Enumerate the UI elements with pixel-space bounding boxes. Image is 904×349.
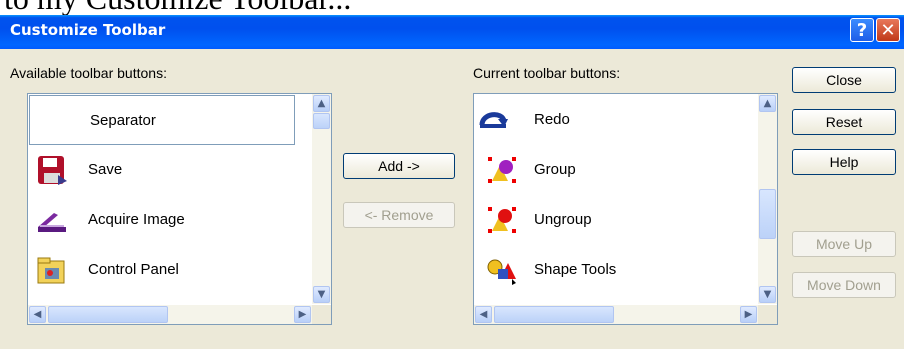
customize-toolbar-dialog: Customize Toolbar ? ✕ Available toolbar … bbox=[0, 15, 904, 349]
list-item-acquire-image[interactable]: Acquire Image bbox=[28, 195, 312, 245]
list-item-redo[interactable]: Redo bbox=[474, 95, 758, 145]
help-title-button[interactable]: ? bbox=[850, 18, 874, 42]
scroll-left-arrow-icon[interactable]: ◀ bbox=[475, 306, 492, 323]
close-title-button[interactable]: ✕ bbox=[876, 18, 900, 42]
available-list[interactable]: Separator Save Acquire Image Control Pan… bbox=[27, 93, 332, 325]
move-up-button[interactable]: Move Up bbox=[792, 231, 896, 257]
add-button[interactable]: Add -> bbox=[343, 153, 455, 179]
available-vertical-scrollbar[interactable]: ▲ ▼ bbox=[312, 94, 331, 304]
background-text: to my Customize Toolbar... bbox=[4, 0, 351, 15]
ungroup-icon bbox=[488, 207, 516, 233]
control-panel-icon bbox=[37, 257, 65, 284]
list-item-label: Control Panel bbox=[88, 261, 179, 278]
group-icon bbox=[488, 157, 516, 183]
dialog-title: Customize Toolbar bbox=[10, 21, 166, 39]
help-button[interactable]: Help bbox=[792, 149, 896, 175]
list-item-group[interactable]: Group bbox=[474, 145, 758, 195]
move-down-button[interactable]: Move Down bbox=[792, 272, 896, 298]
question-icon: ? bbox=[856, 20, 868, 41]
list-item-label: Save bbox=[88, 161, 123, 178]
save-icon bbox=[38, 156, 67, 185]
redo-icon bbox=[479, 112, 508, 128]
scanner-icon bbox=[38, 213, 66, 232]
remove-button[interactable]: <- Remove bbox=[343, 202, 455, 228]
scroll-thumb[interactable] bbox=[48, 306, 168, 323]
available-horizontal-scrollbar[interactable]: ◀ ▶ bbox=[28, 305, 312, 324]
available-label: Available toolbar buttons: bbox=[10, 65, 167, 81]
scroll-down-arrow-icon[interactable]: ▼ bbox=[313, 286, 330, 303]
scroll-thumb[interactable] bbox=[759, 189, 776, 239]
shape-tools-icon bbox=[487, 259, 516, 285]
list-item-ungroup[interactable]: Ungroup bbox=[474, 195, 758, 245]
scroll-corner bbox=[312, 305, 331, 324]
scroll-up-arrow-icon[interactable]: ▲ bbox=[759, 95, 776, 112]
list-item-control-panel[interactable]: Control Panel bbox=[28, 245, 312, 295]
scroll-down-arrow-icon[interactable]: ▼ bbox=[759, 286, 776, 303]
list-item-label: Group bbox=[534, 161, 576, 178]
title-bar[interactable]: Customize Toolbar ? ✕ bbox=[0, 15, 904, 49]
list-item-shape-tools[interactable]: Shape Tools bbox=[474, 245, 758, 295]
close-icon: ✕ bbox=[880, 20, 896, 41]
background-document-fragment: to my Customize Toolbar... bbox=[0, 0, 904, 15]
current-label: Current toolbar buttons: bbox=[473, 65, 621, 81]
current-list[interactable]: Redo Group Ungroup Shape Tools ▲ ▼ ◀ ▶ bbox=[473, 93, 778, 325]
scroll-thumb[interactable] bbox=[313, 113, 330, 129]
list-item-label: Ungroup bbox=[534, 211, 592, 228]
scroll-left-arrow-icon[interactable]: ◀ bbox=[29, 306, 46, 323]
scroll-up-arrow-icon[interactable]: ▲ bbox=[313, 95, 330, 112]
list-item-label: Separator bbox=[90, 112, 156, 129]
list-item-label: Redo bbox=[534, 111, 570, 128]
scroll-thumb[interactable] bbox=[494, 306, 614, 323]
list-item-save[interactable]: Save bbox=[28, 145, 312, 195]
scroll-right-arrow-icon[interactable]: ▶ bbox=[294, 306, 311, 323]
scroll-corner bbox=[758, 305, 777, 324]
list-item-label: Shape Tools bbox=[534, 261, 617, 278]
reset-button[interactable]: Reset bbox=[792, 109, 896, 135]
current-vertical-scrollbar[interactable]: ▲ ▼ bbox=[758, 94, 777, 304]
list-item-label: Acquire Image bbox=[88, 211, 185, 228]
close-button[interactable]: Close bbox=[792, 67, 896, 93]
scroll-right-arrow-icon[interactable]: ▶ bbox=[740, 306, 757, 323]
current-horizontal-scrollbar[interactable]: ◀ ▶ bbox=[474, 305, 758, 324]
list-item-separator[interactable]: Separator bbox=[29, 95, 295, 145]
